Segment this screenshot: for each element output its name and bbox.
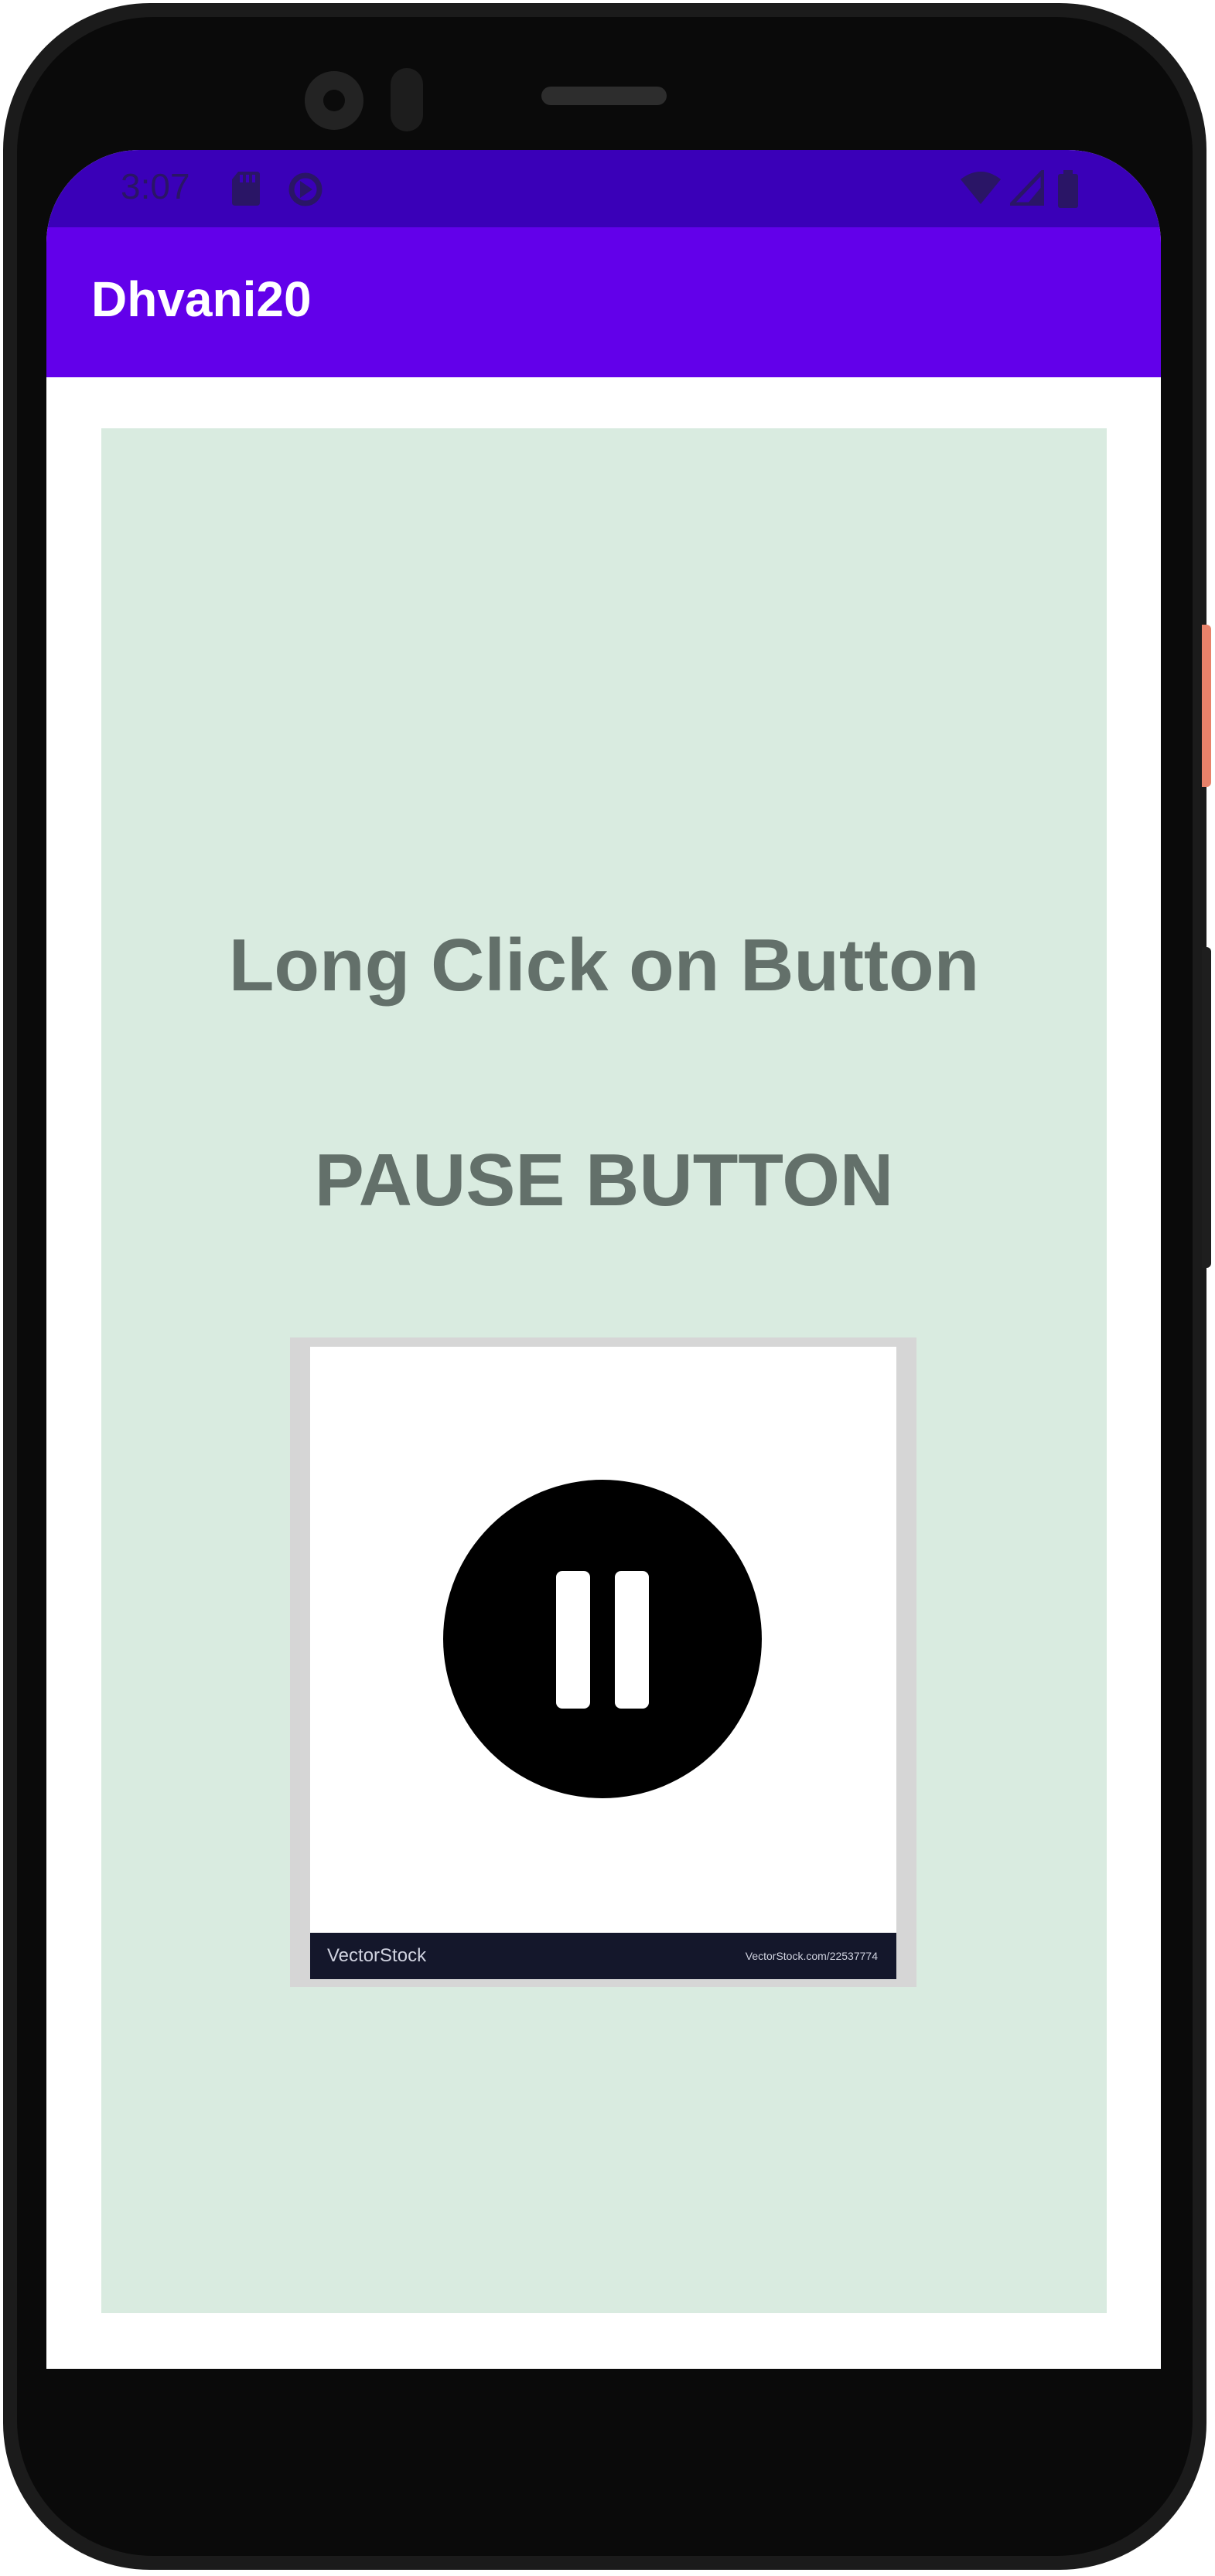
pause-circle-icon — [443, 1480, 762, 1798]
power-button — [1202, 625, 1211, 787]
app-bar: Dhvani20 — [46, 227, 1161, 377]
pause-image: VectorStock VectorStock.com/22537774 — [310, 1347, 896, 1979]
instruction-heading: Long Click on Button — [228, 924, 980, 1007]
main-card: Long Click on Button PAUSE BUTTON Vector… — [101, 428, 1107, 2313]
wifi-icon — [961, 172, 1001, 204]
pause-image-button[interactable]: VectorStock VectorStock.com/22537774 — [290, 1337, 916, 1987]
sensor — [391, 68, 423, 131]
volume-button — [1202, 947, 1211, 1268]
content-area: Long Click on Button PAUSE BUTTON Vector… — [46, 377, 1161, 2369]
signal-icon — [1010, 170, 1044, 206]
app-title: Dhvani20 — [91, 271, 312, 327]
image-watermark-footer: VectorStock VectorStock.com/22537774 — [310, 1933, 896, 1979]
pause-button-label: PAUSE BUTTON — [314, 1139, 894, 1222]
camera-icon — [305, 71, 363, 130]
earpiece-speaker — [541, 87, 667, 105]
watermark-url: VectorStock.com/22537774 — [745, 1950, 878, 1962]
battery-icon — [1058, 170, 1078, 208]
device-screen: 3:07 Dhvani20 Long Click on Button PAUSE… — [46, 150, 1161, 2369]
sd-card-icon — [232, 172, 260, 206]
status-time: 3:07 — [121, 166, 190, 206]
watermark-logo-text: VectorStock — [327, 1945, 427, 1966]
status-bar: 3:07 — [46, 150, 1161, 227]
sync-icon — [288, 172, 323, 206]
